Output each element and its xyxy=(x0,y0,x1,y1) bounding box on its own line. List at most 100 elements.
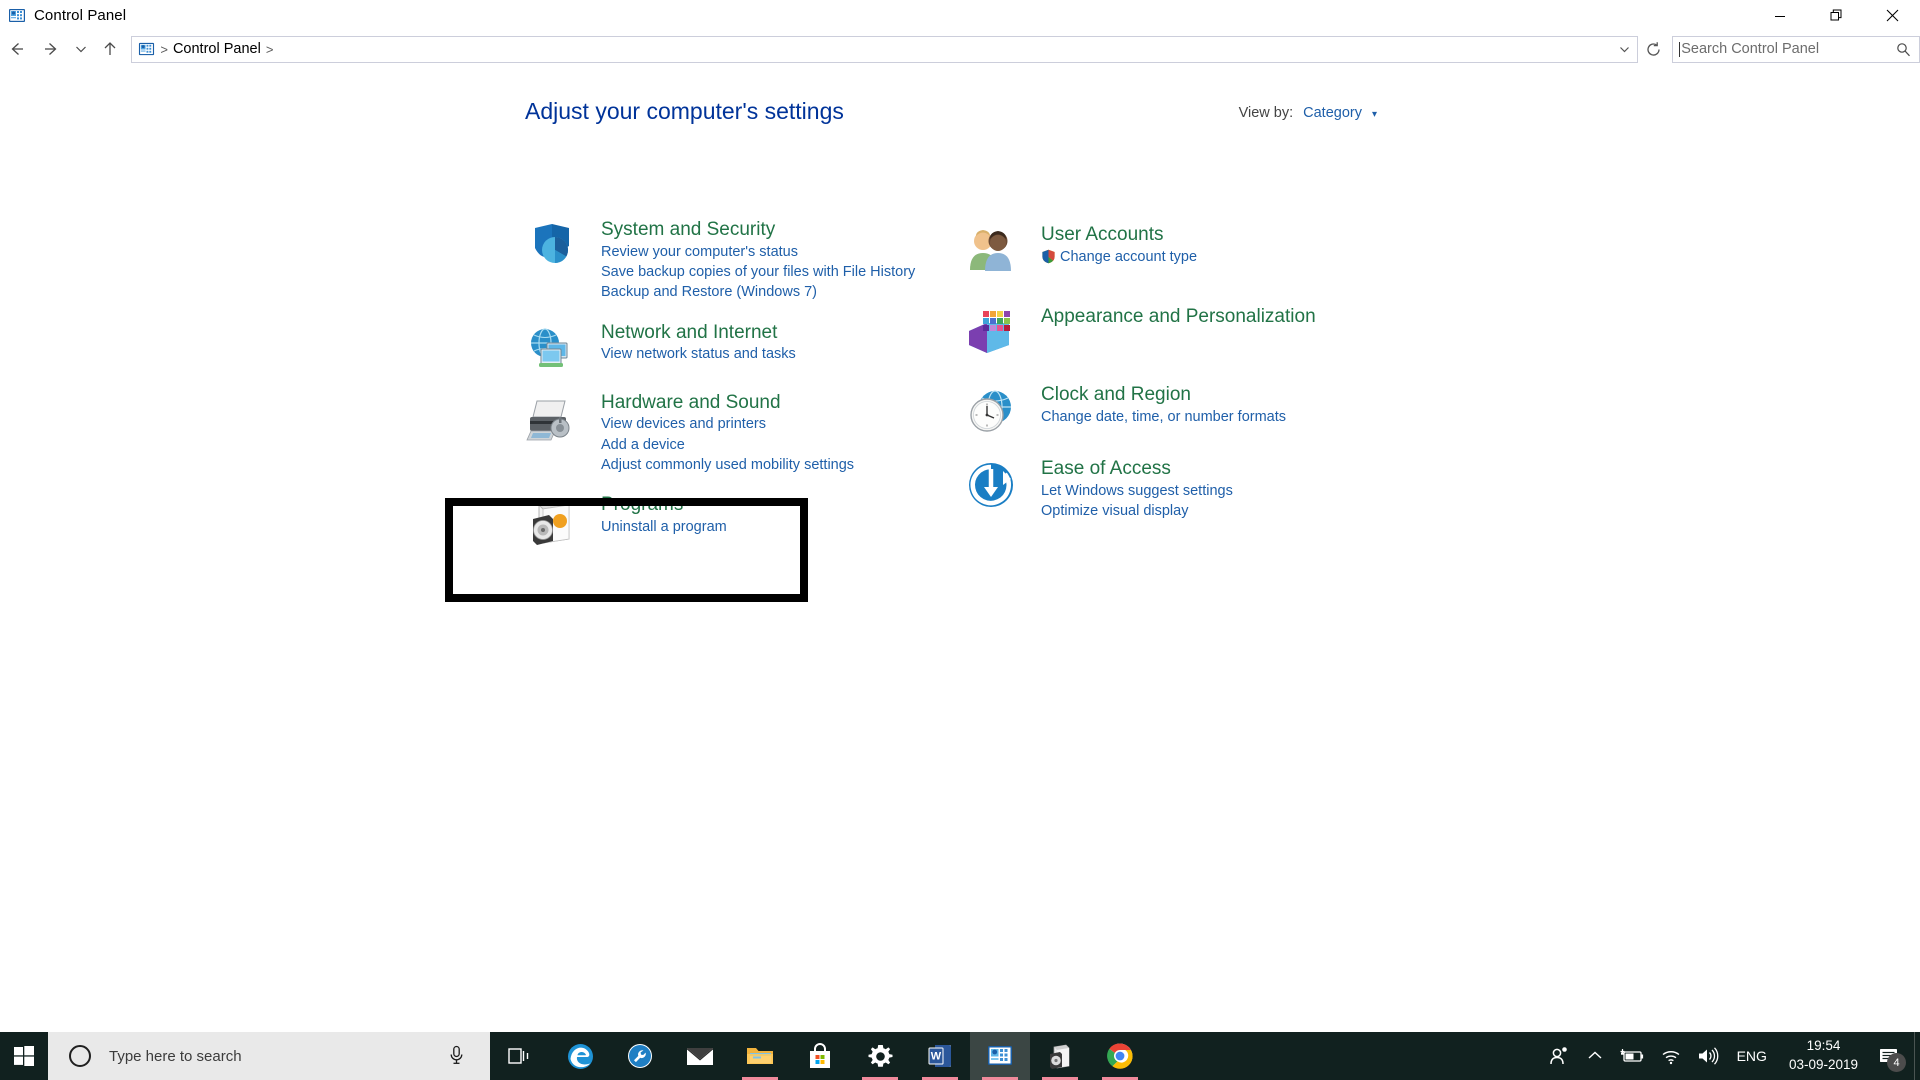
tray-date: 03-09-2019 xyxy=(1788,1057,1858,1072)
category-appearance-and-personalization[interactable]: Appearance and Personalization xyxy=(965,305,1395,355)
refresh-button[interactable] xyxy=(1638,36,1668,63)
search-icon[interactable] xyxy=(1896,42,1911,57)
forward-button[interactable] xyxy=(34,34,68,64)
close-button[interactable] xyxy=(1864,0,1920,31)
category-ease-of-access[interactable]: Ease of Access Let Windows suggest setti… xyxy=(965,457,1395,521)
category-link-change-account-type[interactable]: Change account type xyxy=(1041,247,1395,267)
category-link[interactable]: Add a device xyxy=(601,435,945,455)
category-system-and-security[interactable]: System and Security Review your computer… xyxy=(525,218,945,303)
arrow-up-icon xyxy=(104,42,116,55)
chevron-down-icon xyxy=(1619,46,1629,52)
recent-locations-button[interactable] xyxy=(68,34,94,64)
category-title[interactable]: Clock and Region xyxy=(1041,383,1191,407)
cortana-circle-icon[interactable] xyxy=(69,1045,91,1067)
microphone-icon[interactable] xyxy=(448,1045,465,1070)
category-link[interactable]: Review your computer's status xyxy=(601,242,945,262)
taskbar-app-microsoft-store[interactable] xyxy=(790,1032,850,1080)
language-indicator[interactable]: ENG xyxy=(1727,1048,1777,1064)
page-title: Adjust your computer's settings xyxy=(525,98,844,124)
category-title[interactable]: User Accounts xyxy=(1041,223,1164,247)
category-link[interactable]: Adjust commonly used mobility settings xyxy=(601,455,945,475)
category-column-right: User Accounts Change account type Appear… xyxy=(965,223,1395,539)
shield-chart-icon xyxy=(535,224,569,264)
category-clock-and-region[interactable]: Clock and Region Change date, time, or n… xyxy=(965,383,1395,433)
category-network-and-internet[interactable]: Network and Internet View network status… xyxy=(525,321,945,369)
taskbar-app-control-panel[interactable] xyxy=(970,1032,1030,1080)
taskbar-app-settings[interactable] xyxy=(850,1032,910,1080)
view-by-value[interactable]: Category xyxy=(1303,105,1362,121)
category-link[interactable]: Let Windows suggest settings xyxy=(1041,481,1395,501)
system-tray: ENG 19:54 03-09-2019 4 xyxy=(1541,1032,1920,1080)
show-hidden-icons-button[interactable] xyxy=(1579,1032,1611,1080)
notifications-button[interactable]: 4 xyxy=(1870,1032,1914,1080)
minimize-button[interactable] xyxy=(1752,0,1808,31)
link-text: Change account type xyxy=(1060,248,1198,265)
network-globe-icon xyxy=(531,328,568,367)
category-body: Clock and Region Change date, time, or n… xyxy=(1041,383,1395,427)
arrow-right-icon xyxy=(44,43,57,55)
category-link[interactable]: Save backup copies of your files with Fi… xyxy=(601,262,945,282)
taskbar-app-programs-and-features[interactable] xyxy=(1030,1032,1090,1080)
uninstall-program-icon xyxy=(1050,1044,1070,1069)
up-button[interactable] xyxy=(94,34,128,64)
category-title[interactable]: Network and Internet xyxy=(601,321,777,345)
battery-icon[interactable] xyxy=(1611,1032,1653,1080)
category-body: Ease of Access Let Windows suggest setti… xyxy=(1041,457,1395,521)
wifi-icon[interactable] xyxy=(1653,1032,1689,1080)
start-button[interactable] xyxy=(0,1032,48,1080)
close-icon xyxy=(1886,9,1898,22)
taskbar-app-edge[interactable] xyxy=(550,1032,610,1080)
category-link[interactable]: Backup and Restore (Windows 7) xyxy=(601,282,945,302)
search-input[interactable]: Search Control Panel xyxy=(1681,41,1819,57)
taskbar-app-task-view[interactable] xyxy=(490,1032,550,1080)
clock[interactable]: 19:54 03-09-2019 xyxy=(1777,1037,1870,1074)
back-button[interactable] xyxy=(0,34,34,64)
taskbar-app-mail[interactable] xyxy=(670,1032,730,1080)
category-title[interactable]: System and Security xyxy=(601,218,775,242)
arrow-left-icon xyxy=(11,43,23,55)
people-icon[interactable] xyxy=(1541,1032,1579,1080)
category-hardware-and-sound[interactable]: Hardware and Sound View devices and prin… xyxy=(525,391,945,476)
tray-time: 19:54 xyxy=(1806,1038,1841,1054)
control-panel-icon xyxy=(9,8,25,22)
taskbar-search-box[interactable]: Type here to search xyxy=(48,1032,490,1080)
window-controls xyxy=(1752,0,1920,31)
address-toolbar: > Control Panel > Search Control Panel xyxy=(0,31,1920,67)
printer-icon xyxy=(526,400,570,441)
category-link[interactable]: Optimize visual display xyxy=(1041,501,1395,521)
svg-text:W: W xyxy=(931,1051,942,1063)
control-panel-icon xyxy=(988,1046,1012,1065)
category-title[interactable]: Ease of Access xyxy=(1041,457,1171,481)
speaker-icon[interactable] xyxy=(1689,1032,1727,1080)
chevron-up-icon xyxy=(1588,1051,1602,1059)
category-link[interactable]: View network status and tasks xyxy=(601,344,945,364)
show-desktop-button[interactable] xyxy=(1914,1032,1920,1080)
category-title[interactable]: Appearance and Personalization xyxy=(1041,305,1316,329)
taskbar-app-support-assistant[interactable] xyxy=(610,1032,670,1080)
category-link[interactable]: View devices and printers xyxy=(601,414,945,434)
category-body: Network and Internet View network status… xyxy=(601,321,945,365)
taskbar-app-file-explorer[interactable] xyxy=(730,1032,790,1080)
mail-icon xyxy=(687,1048,713,1065)
category-body: User Accounts Change account type xyxy=(1041,223,1395,267)
category-title[interactable]: Hardware and Sound xyxy=(601,391,781,415)
breadcrumb-separator-end[interactable]: > xyxy=(261,43,279,56)
taskbar-search-input[interactable]: Type here to search xyxy=(109,1048,242,1065)
category-user-accounts[interactable]: User Accounts Change account type xyxy=(965,223,1395,281)
gear-icon xyxy=(868,1044,892,1067)
taskbar-app-word[interactable]: W xyxy=(910,1032,970,1080)
category-link[interactable]: Change date, time, or number formats xyxy=(1041,407,1395,427)
highlight-rectangle-programs xyxy=(445,498,808,602)
breadcrumb-item-control-panel[interactable]: Control Panel xyxy=(173,41,261,57)
category-body: Hardware and Sound View devices and prin… xyxy=(601,391,945,476)
task-view-icon xyxy=(508,1048,529,1064)
chevron-down-icon[interactable]: ▾ xyxy=(1372,109,1377,120)
address-bar[interactable]: > Control Panel > xyxy=(131,35,1639,63)
taskbar-app-chrome[interactable] xyxy=(1090,1032,1150,1080)
restore-button[interactable] xyxy=(1808,0,1864,31)
search-control-panel-box[interactable]: Search Control Panel xyxy=(1672,35,1920,63)
edge-icon xyxy=(567,1043,593,1069)
chevron-down-icon xyxy=(75,46,86,53)
chrome-icon xyxy=(1107,1043,1133,1069)
address-dropdown-button[interactable] xyxy=(1611,37,1637,62)
